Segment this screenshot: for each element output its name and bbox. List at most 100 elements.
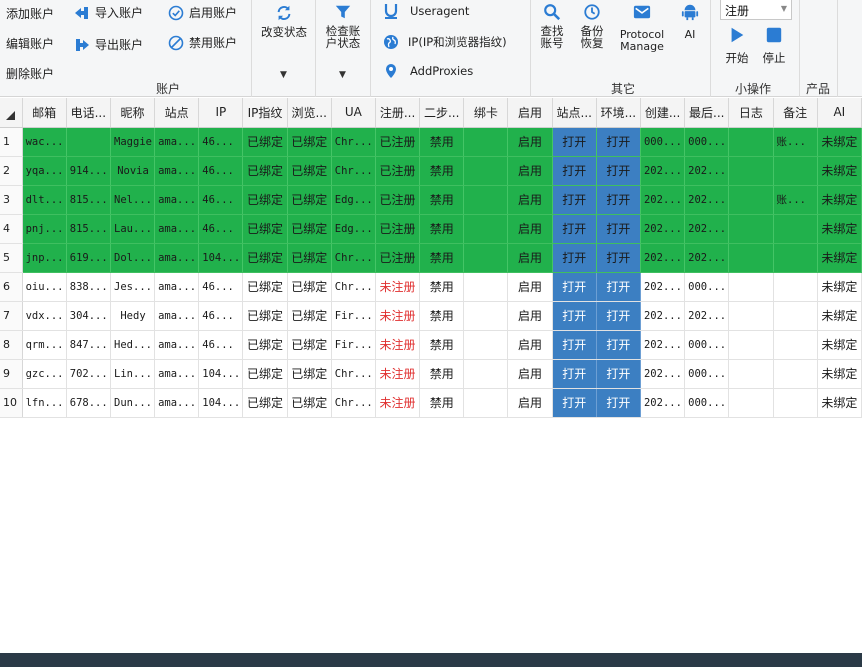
check-status-button[interactable]: 检查账 户状态 [320, 3, 366, 49]
column-header[interactable]: 电话... [66, 98, 111, 128]
open-site-button[interactable]: 打开 [552, 243, 597, 273]
table-row[interactable]: 1 wac... Maggie ama... 46... 已绑定 已绑定 Chr... 已注册禁… [0, 127, 862, 157]
row-number-cell[interactable]: 8 [0, 330, 23, 360]
add-account-button[interactable]: 添加账户 [6, 5, 54, 22]
open-environment-button[interactable]: 打开 [596, 388, 641, 418]
table-row[interactable]: 7 vdx... 304... Hedy ama... 46... 已绑定 已绑定 Fir...… [0, 301, 862, 331]
column-header[interactable]: 绑卡 [463, 98, 509, 128]
row-number-cell[interactable]: 1 [0, 127, 23, 157]
log-cell [728, 214, 774, 244]
row-number-cell[interactable]: 2 [0, 156, 23, 186]
column-header[interactable]: IP指纹 [242, 98, 288, 128]
email-cell: yqa... [22, 156, 67, 186]
ai-binding-cell: 未绑定 [817, 185, 862, 215]
column-header[interactable]: AI [817, 98, 862, 128]
find-account-button[interactable]: 查找 账号 [535, 3, 569, 49]
bind-card-cell [463, 301, 509, 331]
delete-account-button[interactable]: 删除账户 [6, 65, 54, 82]
table-row[interactable]: 9 gzc... 702... Lin... ama... 104... 已绑定 已绑定 Chr… [0, 359, 862, 389]
open-environment-button[interactable]: 打开 [596, 359, 641, 389]
column-header[interactable]: 环境... [596, 98, 641, 128]
disable-account-button[interactable]: 禁用账户 [168, 34, 237, 51]
row-number-cell[interactable]: 5 [0, 243, 23, 273]
row-number-cell[interactable]: 9 [0, 359, 23, 389]
open-site-button[interactable]: 打开 [552, 127, 597, 157]
open-site-button[interactable]: 打开 [552, 156, 597, 186]
column-header[interactable]: 浏览... [287, 98, 332, 128]
open-site-button[interactable]: 打开 [552, 272, 597, 302]
column-header[interactable]: 站点 [154, 98, 200, 128]
open-environment-button[interactable]: 打开 [596, 330, 641, 360]
table-row[interactable]: 2 yqa... 914... Novia ama... 46... 已绑定 已绑定 Chr..… [0, 156, 862, 186]
table-row[interactable]: 4 pnj... 815... Lau... ama... 46... 已绑定 已绑定 Edg.… [0, 214, 862, 244]
open-site-button[interactable]: 打开 [552, 359, 597, 389]
add-proxies-button[interactable]: AddProxies [383, 63, 473, 79]
edit-account-button[interactable]: 编辑账户 [6, 35, 54, 52]
search-icon [544, 4, 561, 21]
last-login-cell: 000... [684, 330, 730, 360]
column-header[interactable]: 备注 [773, 98, 818, 128]
column-header[interactable]: 邮箱 [22, 98, 67, 128]
check-status-dropdown-icon[interactable]: ▼ [339, 70, 346, 80]
column-header[interactable]: 注册... [375, 98, 421, 128]
protocol-manage-button[interactable]: Protocol Manage [615, 3, 669, 53]
table-row[interactable]: 3 dlt... 815... Nel... ama... 46... 已绑定 已绑定 Edg.… [0, 185, 862, 215]
open-environment-button[interactable]: 打开 [596, 127, 641, 157]
open-site-button[interactable]: 打开 [552, 388, 597, 418]
table-row[interactable]: 5 jnp... 619... Dol... ama... 104... 已绑定 已绑定 Chr… [0, 243, 862, 273]
ribbon-toolbar: 添加账户 编辑账户 删除账户 导入账户 导出账户 启用账户 禁用账户 账户 改变… [0, 0, 862, 97]
start-button[interactable]: 开始 [720, 26, 754, 64]
site-cell: ama... [154, 243, 200, 273]
column-header[interactable]: 创建... [640, 98, 686, 128]
open-site-button[interactable]: 打开 [552, 214, 597, 244]
open-environment-button[interactable]: 打开 [596, 272, 641, 302]
row-number-cell[interactable]: 4 [0, 214, 23, 244]
import-account-button[interactable]: 导入账户 [74, 4, 143, 21]
phone-cell: 815... [66, 214, 111, 244]
column-header[interactable]: IP [198, 98, 244, 128]
table-row[interactable]: 6 oiu... 838... Jes... ama... 46... 已绑定 已绑定 Chr.… [0, 272, 862, 302]
change-status-dropdown-icon[interactable]: ▼ [280, 70, 287, 80]
log-cell [728, 301, 774, 331]
open-environment-button[interactable]: 打开 [596, 301, 641, 331]
select-all-corner[interactable] [0, 98, 23, 128]
table-row[interactable]: 8 qrm... 847... Hed... ama... 46... 已绑定 已绑定 Fir.… [0, 330, 862, 360]
open-environment-button[interactable]: 打开 [596, 156, 641, 186]
useragent-cell: Chr... [331, 127, 376, 157]
open-site-button[interactable]: 打开 [552, 185, 597, 215]
open-site-button[interactable]: 打开 [552, 330, 597, 360]
column-header[interactable]: 启用 [507, 98, 553, 128]
import-account-label: 导入账户 [95, 6, 144, 20]
stop-button[interactable]: 停止 [757, 26, 791, 64]
useragent-button[interactable]: Useragent [383, 3, 469, 19]
column-header[interactable]: 日志 [728, 98, 774, 128]
open-environment-button[interactable]: 打开 [596, 214, 641, 244]
ai-button[interactable]: AI [675, 3, 705, 41]
change-status-button[interactable]: 改变状态 [258, 4, 310, 38]
note-cell [773, 388, 818, 418]
refresh-icon [277, 5, 291, 21]
underline-u-icon [384, 4, 398, 19]
column-header[interactable]: 二步... [419, 98, 465, 128]
column-header[interactable]: UA [331, 98, 376, 128]
open-environment-button[interactable]: 打开 [596, 185, 641, 215]
backup-restore-button[interactable]: 备份 恢复 [575, 3, 609, 49]
table-row[interactable]: 10 lfn... 678... Dun... ama... 104... 已绑定 已绑定 Ch… [0, 388, 862, 418]
open-site-button[interactable]: 打开 [552, 301, 597, 331]
open-environment-button[interactable]: 打开 [596, 243, 641, 273]
log-cell [728, 272, 774, 302]
nickname-cell: Lau... [110, 214, 156, 244]
column-header[interactable]: 最后... [684, 98, 730, 128]
row-number-cell[interactable]: 7 [0, 301, 23, 331]
column-header[interactable]: 站点... [552, 98, 597, 128]
log-cell [728, 243, 774, 273]
enable-account-button[interactable]: 启用账户 [168, 4, 237, 21]
ip-fingerprint-button[interactable]: IP(IP和浏览器指纹) [383, 34, 507, 50]
row-number-cell[interactable]: 6 [0, 272, 23, 302]
row-number-cell[interactable]: 3 [0, 185, 23, 215]
ip-fingerprint-label: IP(IP和浏览器指纹) [408, 35, 507, 49]
column-header[interactable]: 昵称 [110, 98, 156, 128]
export-account-button[interactable]: 导出账户 [74, 36, 143, 53]
row-number-cell[interactable]: 10 [0, 388, 23, 418]
mode-select[interactable]: 注册 ▼ [720, 0, 792, 20]
